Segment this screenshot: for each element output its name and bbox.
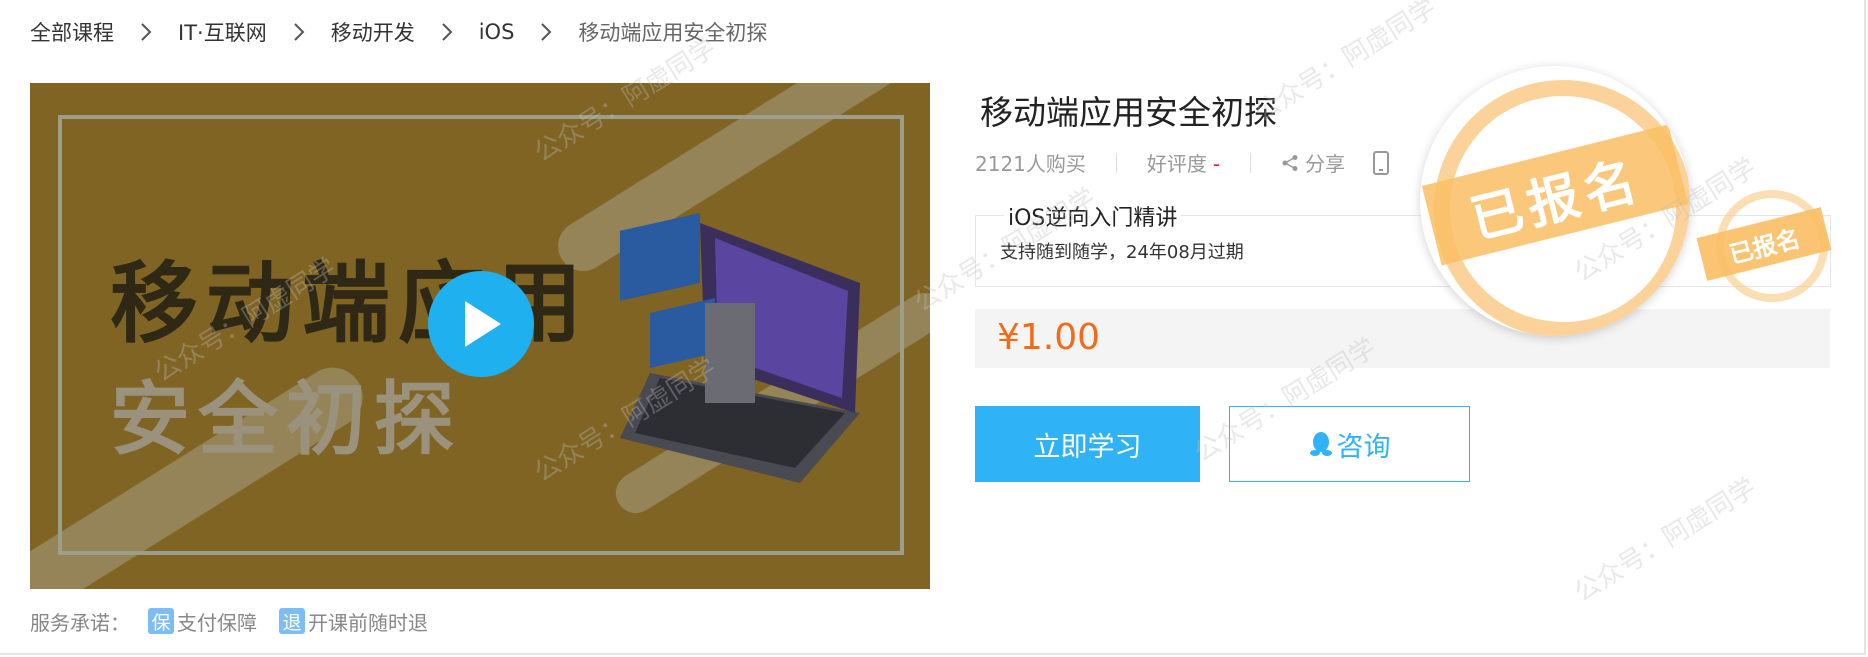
play-button[interactable] [428, 271, 534, 377]
stamp-magnifier: 已报名 [1420, 66, 1690, 336]
course-title: 移动端应用安全初探 [980, 93, 1277, 132]
breadcrumb: 全部课程 IT·互联网 移动开发 iOS 移动端应用安全初探 [30, 16, 767, 48]
share-icon [1282, 154, 1298, 171]
cover-title-line2: 安全初探 [110, 373, 462, 466]
course-meta: 2121人购买 好评度 - 分享 [975, 148, 1390, 177]
breadcrumb-it-internet[interactable]: IT·互联网 [178, 17, 267, 47]
breadcrumb-mobile-dev[interactable]: 移动开发 [331, 17, 415, 47]
breadcrumb-current: 移动端应用安全初探 [578, 21, 768, 45]
laptop-illustration [620, 213, 860, 483]
chevron-right-icon [293, 22, 305, 42]
start-learning-button[interactable]: 立即学习 [975, 406, 1200, 482]
service-item-label: 支付保障 [177, 610, 257, 635]
breadcrumb-ios[interactable]: iOS [479, 20, 515, 44]
share-label: 分享 [1305, 152, 1346, 176]
consult-label: 咨询 [1336, 431, 1391, 463]
service-payment-guarantee: 保 支付保障 [148, 607, 257, 636]
chevron-right-icon [540, 22, 552, 42]
chevron-right-icon [140, 22, 152, 42]
share-button[interactable]: 分享 [1281, 148, 1345, 177]
buyer-count: 2121人购买 [975, 152, 1086, 176]
guarantee-icon: 保 [148, 608, 174, 634]
service-item-label: 开课前随时退 [308, 610, 428, 635]
qq-penguin-icon [1309, 432, 1332, 456]
divider [1250, 152, 1252, 173]
mobile-phone-icon[interactable] [1373, 150, 1390, 175]
chevron-right-icon [441, 22, 453, 42]
refund-icon: 退 [279, 608, 305, 634]
plan-description: 支持随到随学，24年08月过期 [1000, 242, 1244, 263]
play-icon [465, 301, 501, 347]
course-price: ¥1.00 [997, 317, 1101, 358]
plan-name: iOS逆向入门精讲 [1004, 200, 1182, 232]
breadcrumb-all-courses[interactable]: 全部课程 [30, 17, 114, 47]
service-promise: 服务承诺： 保 支付保障 退 开课前随时退 [30, 606, 450, 636]
rating-value: - [1212, 152, 1221, 176]
rating-label: 好评度 [1146, 152, 1207, 176]
service-refund: 退 开课前随时退 [279, 607, 428, 636]
consult-button[interactable]: 咨询 [1229, 406, 1470, 482]
divider [1115, 152, 1117, 173]
service-label: 服务承诺： [30, 610, 130, 635]
rating: 好评度 - [1147, 148, 1220, 177]
enrolled-mini-stamp: 已报名 [1690, 188, 1832, 302]
enrolled-stamp: 已报名 [1408, 66, 1708, 336]
course-video-cover[interactable]: 移动端应用 安全初探 [30, 83, 930, 589]
